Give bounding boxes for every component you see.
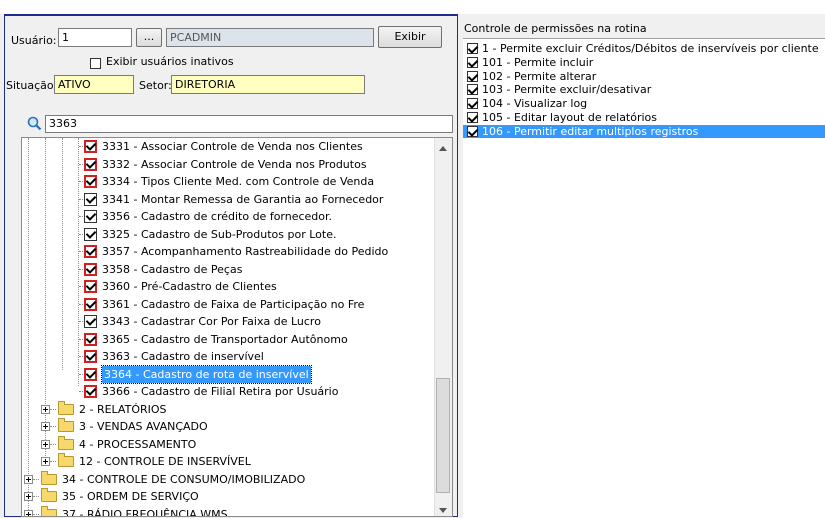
plus-icon[interactable] [24, 474, 33, 484]
tree-item-label: 3356 - Cadastro de crédito de fornecedor… [102, 210, 333, 223]
lookup-button[interactable]: ... [136, 28, 162, 47]
tree-item-label: 3364 - Cadastro de rota de inservível [101, 364, 312, 384]
checkbox-icon[interactable] [84, 210, 97, 223]
setor-label: Setor: [139, 79, 172, 92]
permission-item[interactable]: 106 - Permitir editar multiplos registro… [463, 124, 825, 138]
checkbox-icon[interactable] [84, 280, 97, 293]
checkbox-icon[interactable] [467, 84, 478, 96]
permissions-list: 1 - Permite excluir Créditos/Débitos de … [463, 38, 825, 518]
scroll-thumb[interactable] [436, 378, 450, 493]
permission-item[interactable]: 103 - Permite excluir/desativar [463, 83, 825, 96]
permission-item[interactable]: 102 - Permite alterar [463, 70, 825, 83]
permission-label: 101 - Permite incluir [482, 55, 594, 69]
tree-item-label: 3331 - Associar Controle de Venda nos Cl… [102, 140, 363, 153]
usuario-label: Usuário: [11, 34, 57, 47]
permission-item[interactable]: 101 - Permite incluir [463, 56, 825, 69]
usuario-field[interactable]: 1 [58, 28, 132, 47]
tree-item-label: 3357 - Acompanhamento Rastreabilidade do… [102, 245, 389, 258]
checkbox-icon[interactable] [84, 262, 97, 276]
permission-item[interactable]: 1 - Permite excluir Créditos/Débitos de … [463, 42, 825, 55]
scroll-down-icon[interactable] [439, 508, 447, 513]
folder-icon [58, 435, 74, 450]
magnifier-icon [27, 116, 42, 131]
folder-icon [58, 453, 74, 467]
plus-icon[interactable] [41, 404, 50, 414]
checkbox-icon[interactable] [467, 70, 478, 82]
permission-item[interactable]: 104 - Visualizar log [463, 97, 825, 110]
checkbox-icon[interactable] [467, 43, 478, 54]
checkbox-icon[interactable] [84, 245, 97, 258]
permission-label: 104 - Visualizar log [482, 97, 588, 111]
tree-item-label: 3361 - Cadastro de Faixa de Participação… [102, 297, 365, 311]
situacao-label: Situação: [6, 79, 58, 92]
permissions-title: Controle de permissões na rotina [464, 22, 647, 35]
routine-tree[interactable]: 3331 - Associar Controle de Venda nos Cl… [21, 137, 453, 517]
tree-folder-label: 2 - RELATÓRIOS [79, 402, 167, 416]
checkbox-icon[interactable] [467, 125, 478, 137]
exibir-button[interactable]: Exibir [378, 26, 442, 48]
checkbox-icon[interactable] [84, 227, 97, 241]
checkbox-icon[interactable] [467, 98, 478, 110]
tree-folder-label: 12 - CONTROLE DE INSERVÍVEL [79, 455, 251, 468]
situacao-field[interactable]: ATIVO [54, 75, 134, 94]
permission-label: 105 - Editar layout de relatórios [482, 111, 658, 124]
inativos-checkbox[interactable] [90, 57, 101, 69]
checkbox-icon[interactable] [84, 157, 97, 171]
tree-scrollbar[interactable] [434, 138, 452, 516]
checkbox-icon[interactable] [84, 332, 97, 346]
tree-item-label: 3365 - Cadastro de Transportador Autônom… [102, 332, 348, 346]
checkbox-icon[interactable] [84, 297, 97, 311]
plus-icon[interactable] [41, 439, 50, 449]
permission-item[interactable]: 105 - Editar layout de relatórios [463, 111, 825, 124]
plus-icon[interactable] [41, 422, 50, 431]
plus-icon[interactable] [41, 457, 50, 466]
top-strip [0, 0, 825, 14]
permission-label: 106 - Permitir editar multiplos registro… [482, 124, 699, 138]
tree-folder-label: 3 - VENDAS AVANÇADO [79, 420, 208, 433]
permission-label: 103 - Permite excluir/desativar [482, 83, 652, 97]
tree-item-label: 3332 - Associar Controle de Venda nos Pr… [102, 157, 367, 171]
checkbox-icon[interactable] [84, 315, 97, 328]
tree-item-label: 3334 - Tipos Cliente Med. com Controle d… [102, 175, 375, 188]
checkbox-icon[interactable] [84, 385, 97, 398]
folder-icon [41, 470, 57, 485]
tree-item-label: 3366 - Cadastro de Filial Retira por Usu… [102, 385, 339, 398]
folder-icon [41, 505, 57, 516]
tree-folder-label: 34 - CONTROLE DE CONSUMO/IMOBILIZADO [62, 472, 306, 486]
tree-item-label: 3358 - Cadastro de Peças [102, 262, 243, 276]
usuario-name-field: PCADMIN [166, 28, 374, 47]
checkbox-icon[interactable] [84, 367, 97, 381]
tree-folder-label: 35 - ORDEM DE SERVIÇO [62, 490, 199, 503]
checkbox-icon[interactable] [84, 140, 97, 153]
scroll-up-icon[interactable] [439, 146, 447, 151]
permission-label: 1 - Permite excluir Créditos/Débitos de … [482, 42, 819, 55]
checkbox-icon[interactable] [467, 112, 478, 123]
tree-folder-label: 4 - PROCESSAMENTO [79, 437, 197, 451]
plus-icon[interactable] [24, 492, 33, 501]
checkbox-icon[interactable] [467, 56, 478, 68]
tree-item-label: 3325 - Cadastro de Sub-Produtos por Lote… [102, 227, 337, 241]
folder-icon [58, 400, 74, 415]
tree-item-label: 3360 - Pré-Cadastro de Clientes [102, 280, 277, 293]
tree-folder-label: 37 - RÁDIO FREQUÊNCIA WMS [62, 507, 228, 517]
tree-item-label: 3363 - Cadastro de inservível [102, 350, 264, 363]
tree-item-label: 3341 - Montar Remessa de Garantia ao For… [102, 192, 384, 206]
plus-icon[interactable] [24, 509, 33, 516]
folder-icon [41, 488, 57, 502]
tree-item-label: 3343 - Cadastrar Cor Por Faixa de Lucro [102, 315, 321, 328]
checkbox-icon[interactable] [84, 175, 97, 188]
inativos-label: Exibir usuários inativos [106, 55, 234, 68]
search-input[interactable]: 3363 [45, 115, 453, 133]
checkbox-icon[interactable] [84, 192, 97, 206]
checkbox-icon[interactable] [84, 350, 97, 363]
setor-field[interactable]: DIRETORIA [171, 75, 365, 94]
permission-label: 102 - Permite alterar [482, 69, 597, 83]
folder-icon [58, 418, 74, 432]
